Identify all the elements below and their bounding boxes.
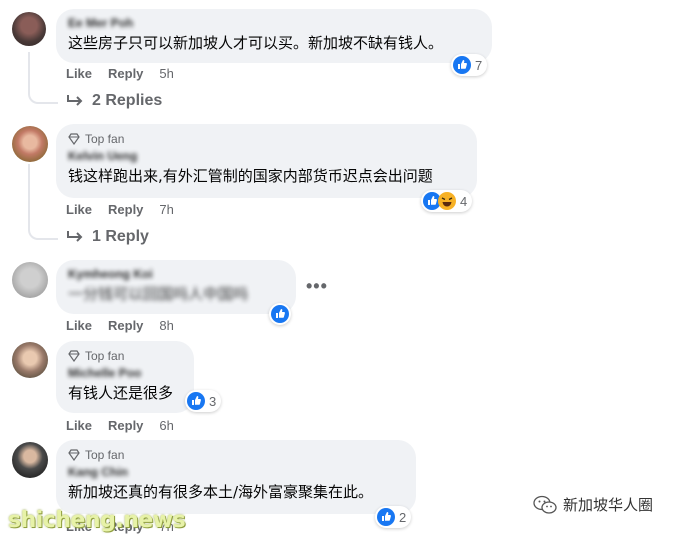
comment-text: 一分钱可以回国吗人中国吗	[68, 285, 249, 303]
reply-arrow-icon	[67, 231, 83, 242]
reply-button[interactable]: Reply	[108, 318, 143, 333]
comment-bubble: Top fan Michelle Poo 有钱人还是很多	[56, 341, 194, 413]
avatar[interactable]	[12, 342, 48, 378]
reaction-count: 3	[209, 393, 217, 409]
comment-author[interactable]: Ee Mer Poh	[68, 16, 480, 32]
more-options-icon[interactable]: •••	[306, 276, 328, 297]
thread-line	[28, 164, 58, 240]
comment-text: 新加坡还真的有很多本土/海外富豪聚集在此。	[68, 483, 374, 501]
reply-button[interactable]: Reply	[108, 66, 143, 81]
reaction-count: 4	[460, 193, 468, 209]
reply-arrow-icon	[67, 95, 83, 106]
comment-actions: Like Reply 8h	[66, 318, 174, 333]
comment-bubble: Top fan Kelvin Ueng 钱这样跑出来,有外汇管制的国家内部货币迟…	[56, 124, 477, 198]
comment-bubble: Kymheong Koi 一分钱可以回国吗人中国吗	[56, 260, 296, 314]
avatar[interactable]	[12, 126, 48, 162]
top-fan-label: Top fan	[85, 132, 125, 146]
comment-bubble: Top fan Kang Chin 新加坡还真的有很多本土/海外富豪聚集在此。	[56, 440, 416, 514]
view-replies-label: 1 Reply	[92, 228, 149, 245]
avatar[interactable]	[12, 262, 48, 298]
brand-label-group: 新加坡华人圈	[533, 494, 653, 515]
like-reaction-icon	[453, 56, 471, 74]
view-replies-label: 2 Replies	[92, 92, 163, 109]
avatar[interactable]	[12, 442, 48, 478]
comment-timestamp[interactable]: 8h	[159, 318, 173, 333]
comment-timestamp[interactable]: 5h	[159, 66, 173, 81]
diamond-icon	[68, 350, 80, 362]
reaction-summary[interactable]: 3	[185, 390, 222, 412]
reaction-summary[interactable]: 7	[451, 54, 488, 76]
diamond-icon	[68, 449, 80, 461]
like-button[interactable]: Like	[66, 202, 92, 217]
reaction-count: 7	[475, 57, 483, 73]
top-fan-badge: Top fan	[68, 348, 182, 364]
comment-actions: Like Reply 5h	[66, 66, 174, 81]
comment-timestamp[interactable]: 6h	[159, 418, 173, 433]
comment-author[interactable]: Kelvin Ueng	[68, 149, 465, 165]
like-button[interactable]: Like	[66, 66, 92, 81]
comment-actions: Like Reply 7h	[66, 202, 174, 217]
diamond-icon	[68, 133, 80, 145]
comment-author[interactable]: Michelle Poo	[68, 366, 182, 382]
wechat-icon	[533, 495, 557, 514]
like-reaction-icon	[377, 508, 395, 526]
like-reaction-icon	[271, 305, 289, 323]
top-fan-label: Top fan	[85, 448, 125, 462]
comment-text: 钱这样跑出来,有外汇管制的国家内部货币迟点会出问题	[68, 167, 433, 185]
like-reaction-icon	[187, 392, 205, 410]
top-fan-badge: Top fan	[68, 131, 465, 147]
avatar[interactable]	[12, 12, 46, 46]
reaction-summary[interactable]: 2	[375, 506, 412, 528]
comment-bubble: Ee Mer Poh 这些房子只可以新加坡人才可以买。新加坡不缺有钱人。	[56, 9, 492, 63]
reaction-summary[interactable]	[269, 303, 291, 325]
comment-author[interactable]: Kang Chin	[68, 465, 404, 481]
reaction-summary[interactable]: 4	[421, 190, 473, 212]
like-button[interactable]: Like	[66, 418, 92, 433]
top-fan-label: Top fan	[85, 349, 125, 363]
haha-reaction-icon	[438, 192, 456, 210]
view-replies-link[interactable]: 2 Replies	[66, 92, 162, 110]
reply-button[interactable]: Reply	[108, 418, 143, 433]
top-fan-badge: Top fan	[68, 447, 404, 463]
comment-text: 这些房子只可以新加坡人才可以买。新加坡不缺有钱人。	[68, 34, 444, 52]
view-replies-link[interactable]: 1 Reply	[66, 228, 149, 246]
comment-actions: Like Reply 6h	[66, 418, 174, 433]
like-button[interactable]: Like	[66, 318, 92, 333]
comment-text: 有钱人还是很多	[68, 384, 174, 402]
watermark: shicheng.news	[8, 508, 186, 533]
comment-author[interactable]: Kymheong Koi	[68, 267, 284, 283]
thread-line	[28, 52, 58, 104]
reaction-count: 2	[399, 509, 407, 525]
comment-timestamp[interactable]: 7h	[159, 202, 173, 217]
reply-button[interactable]: Reply	[108, 202, 143, 217]
brand-label: 新加坡华人圈	[563, 496, 654, 514]
